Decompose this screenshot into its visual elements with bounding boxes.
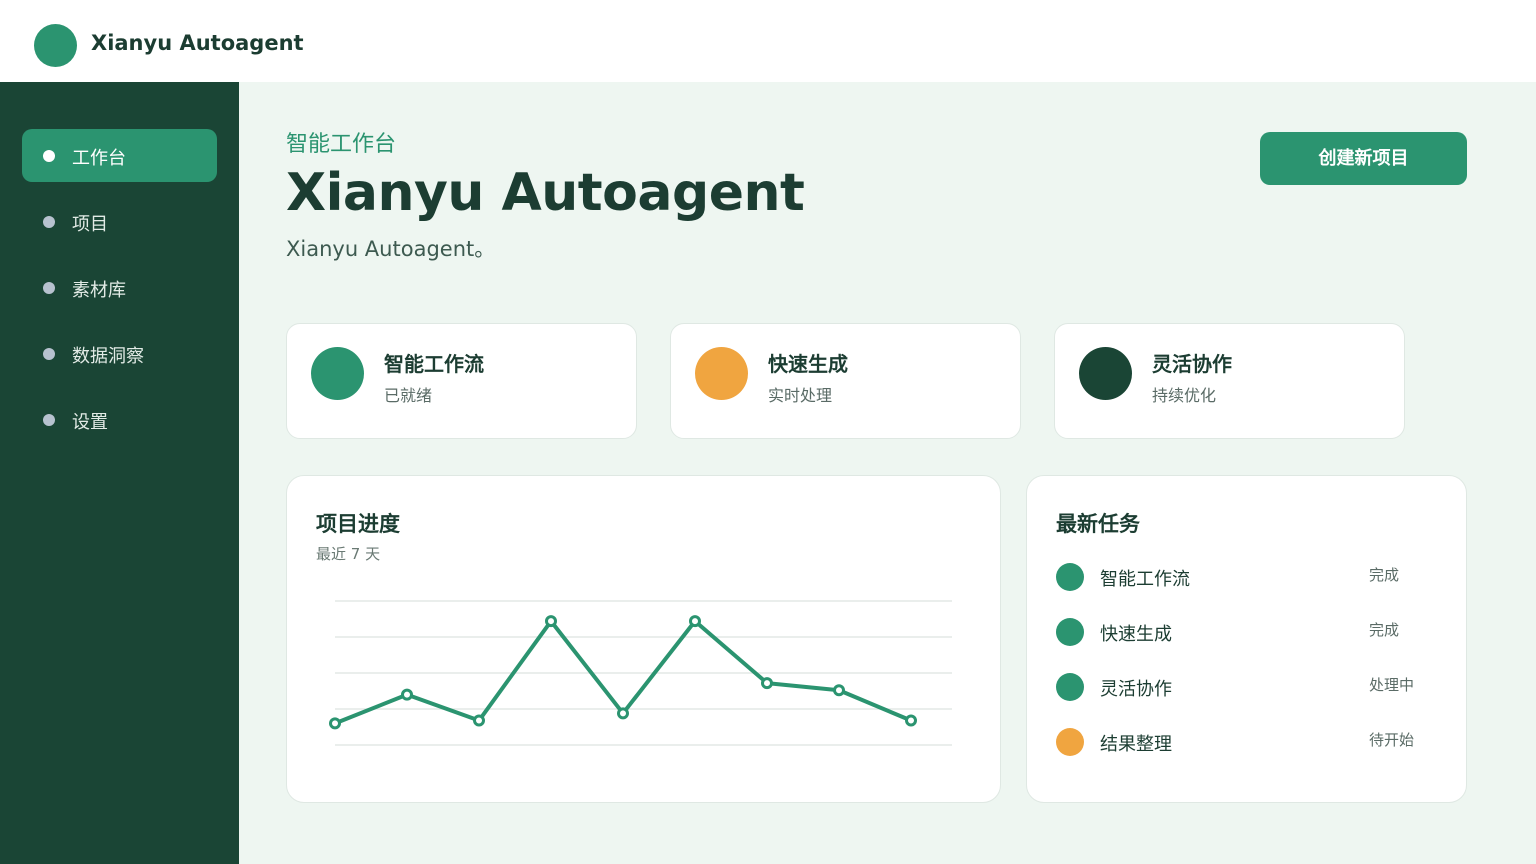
task-item[interactable]: 智能工作流 完成 bbox=[1056, 561, 1436, 591]
page-title: Xianyu Autoagent bbox=[286, 163, 805, 223]
chart-data-point[interactable] bbox=[761, 677, 773, 690]
sidebar-item-label: 工作台 bbox=[72, 148, 126, 169]
sidebar-item-label: 设置 bbox=[72, 412, 108, 433]
task-status-dot-icon bbox=[1056, 728, 1084, 756]
stat-card-generation: 快速生成 实时处理 bbox=[670, 323, 1021, 439]
chart-data-point[interactable] bbox=[329, 717, 341, 730]
chart-data-point[interactable] bbox=[401, 688, 413, 701]
generation-status-icon bbox=[695, 347, 748, 400]
chart-data-point[interactable] bbox=[617, 707, 629, 720]
nav-dot-icon bbox=[43, 216, 55, 228]
chart-data-point[interactable] bbox=[473, 714, 485, 727]
stat-subtitle: 已就绪 bbox=[384, 386, 433, 405]
chart-data-point[interactable] bbox=[545, 615, 557, 628]
chart-data-point[interactable] bbox=[689, 615, 701, 628]
task-item[interactable]: 快速生成 完成 bbox=[1056, 616, 1436, 646]
nav-dot-icon bbox=[43, 414, 55, 426]
nav-dot-icon bbox=[43, 282, 55, 294]
nav-dot-icon bbox=[43, 150, 55, 162]
task-status: 完成 bbox=[1369, 621, 1400, 639]
sidebar-item-workbench[interactable]: 工作台 bbox=[22, 129, 217, 182]
nav-dot-icon bbox=[43, 348, 55, 360]
task-name: 结果整理 bbox=[1100, 734, 1172, 755]
top-bar: Xianyu Autoagent bbox=[0, 0, 1536, 82]
task-name: 快速生成 bbox=[1100, 624, 1172, 645]
tasks-panel: 最新任务 智能工作流 完成 快速生成 完成 灵活协作 处理中 结果整理 待开始 bbox=[1026, 475, 1467, 803]
task-status: 处理中 bbox=[1369, 676, 1415, 694]
chart-data-point[interactable] bbox=[905, 714, 917, 727]
stat-subtitle: 实时处理 bbox=[768, 386, 833, 405]
task-status: 完成 bbox=[1369, 566, 1400, 584]
task-item[interactable]: 灵活协作 处理中 bbox=[1056, 671, 1436, 701]
page-subtitle: 智能工作台 bbox=[286, 132, 397, 157]
task-item[interactable]: 结果整理 待开始 bbox=[1056, 726, 1436, 756]
task-status-dot-icon bbox=[1056, 618, 1084, 646]
workflow-status-icon bbox=[311, 347, 364, 400]
sidebar: 工作台 项目 素材库 数据洞察 设置 bbox=[0, 82, 239, 864]
task-status-dot-icon bbox=[1056, 673, 1084, 701]
create-project-button[interactable]: 创建新项目 bbox=[1260, 132, 1467, 185]
task-status: 待开始 bbox=[1369, 731, 1415, 749]
task-name: 灵活协作 bbox=[1100, 679, 1172, 700]
sidebar-item-label: 数据洞察 bbox=[72, 346, 144, 367]
stat-card-collaboration: 灵活协作 持续优化 bbox=[1054, 323, 1405, 439]
progress-line-chart bbox=[329, 600, 952, 746]
tasks-title: 最新任务 bbox=[1056, 512, 1140, 536]
sidebar-item-label: 素材库 bbox=[72, 280, 126, 301]
collaboration-status-icon bbox=[1079, 347, 1132, 400]
chart-data-point[interactable] bbox=[833, 684, 845, 697]
sidebar-item-label: 项目 bbox=[72, 214, 108, 235]
task-status-dot-icon bbox=[1056, 563, 1084, 591]
stat-subtitle: 持续优化 bbox=[1152, 386, 1217, 405]
stat-title: 快速生成 bbox=[768, 352, 848, 376]
progress-panel: 项目进度 最近 7 天 bbox=[286, 475, 1001, 803]
sidebar-item-projects[interactable]: 项目 bbox=[22, 195, 217, 248]
brand-logo-icon bbox=[34, 24, 77, 67]
brand-name: Xianyu Autoagent bbox=[91, 31, 304, 55]
task-name: 智能工作流 bbox=[1100, 569, 1190, 590]
stat-title: 灵活协作 bbox=[1152, 352, 1232, 376]
sidebar-item-settings[interactable]: 设置 bbox=[22, 393, 217, 446]
stat-card-workflow: 智能工作流 已就绪 bbox=[286, 323, 637, 439]
sidebar-item-assets[interactable]: 素材库 bbox=[22, 261, 217, 314]
stat-title: 智能工作流 bbox=[384, 352, 484, 376]
sidebar-item-insights[interactable]: 数据洞察 bbox=[22, 327, 217, 380]
page-description: Xianyu Autoagent。 bbox=[286, 237, 496, 261]
